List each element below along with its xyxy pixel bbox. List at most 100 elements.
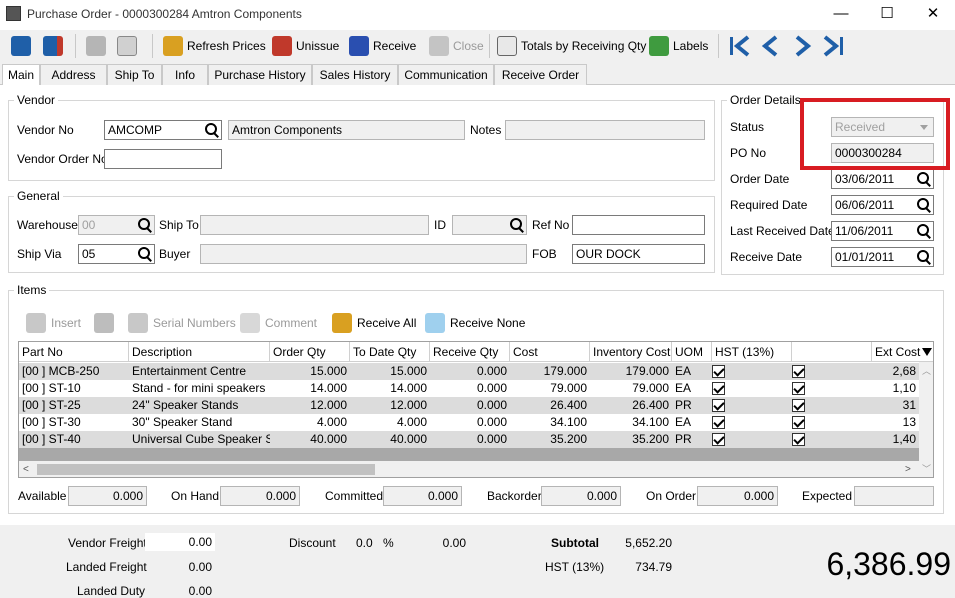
hst-checkbox[interactable] — [712, 365, 725, 378]
tax2-checkbox[interactable] — [792, 399, 805, 412]
table-row[interactable]: [00 ] ST-25 24" Speaker Stands 12.000 12… — [19, 397, 919, 414]
tab-receive-order[interactable]: Receive Order — [494, 64, 587, 85]
receive-all-button[interactable]: Receive All — [332, 312, 416, 334]
tab-main[interactable]: Main — [2, 64, 40, 86]
on-hand-label: On Hand — [171, 489, 220, 503]
previous-record-icon[interactable] — [759, 34, 783, 58]
tab-address[interactable]: Address — [40, 64, 107, 85]
search-icon[interactable] — [915, 249, 931, 265]
table-row[interactable]: [00 ] ST-40 Universal Cube Speaker Sta 4… — [19, 431, 919, 448]
col-receive-qty[interactable]: Receive Qty — [430, 342, 510, 362]
tax2-checkbox[interactable] — [792, 416, 805, 429]
col-tax2[interactable] — [792, 342, 872, 362]
col-uom[interactable]: UOM — [672, 342, 712, 362]
scroll-thumb[interactable] — [37, 464, 375, 475]
tab-info[interactable]: Info — [162, 64, 208, 85]
tax2-checkbox[interactable] — [792, 365, 805, 378]
cell-receive-qty: 0.000 — [476, 432, 507, 446]
col-cost[interactable]: Cost — [510, 342, 590, 362]
hst-checkbox[interactable] — [712, 399, 725, 412]
save-close-button[interactable] — [40, 32, 66, 60]
required-date-field[interactable]: 06/06/2011 — [831, 195, 934, 215]
save-button[interactable] — [8, 32, 34, 60]
items-grid[interactable]: Part No Description Order Qty To Date Qt… — [18, 341, 934, 478]
vendor-no-field[interactable]: AMCOMP — [104, 120, 222, 140]
col-to-date-qty[interactable]: To Date Qty — [350, 342, 430, 362]
next-record-icon[interactable] — [790, 34, 814, 58]
fob-field[interactable]: OUR DOCK — [572, 244, 705, 264]
hst-checkbox[interactable] — [712, 433, 725, 446]
print-button[interactable] — [114, 32, 140, 60]
filter-icon[interactable] — [922, 348, 932, 356]
po-no-label: PO No — [730, 146, 767, 160]
delete-row-button[interactable] — [94, 312, 114, 334]
warehouse-field[interactable]: 00 — [78, 215, 155, 235]
ship-via-field[interactable]: 05 — [78, 244, 155, 264]
horizontal-scrollbar[interactable]: < > — [19, 461, 919, 477]
search-icon[interactable] — [136, 246, 152, 262]
serial-numbers-button[interactable]: Serial Numbers — [128, 312, 236, 334]
vendor-freight-field[interactable]: 0.00 — [145, 533, 215, 551]
search-icon[interactable] — [915, 223, 931, 239]
ship-to-field[interactable] — [200, 215, 429, 235]
notes-field[interactable] — [505, 120, 705, 140]
col-order-qty[interactable]: Order Qty — [270, 342, 350, 362]
close-window-button[interactable]: ✕ — [910, 0, 955, 30]
insert-button[interactable]: Insert — [26, 312, 81, 334]
col-description[interactable]: Description — [129, 342, 270, 362]
search-icon[interactable] — [136, 217, 152, 233]
scroll-down-icon[interactable]: ﹀ — [922, 462, 931, 475]
receive-none-button[interactable]: Receive None — [425, 312, 525, 334]
comment-button[interactable]: Comment — [240, 312, 317, 334]
search-icon[interactable] — [508, 217, 524, 233]
last-received-date-field[interactable]: 11/06/2011 — [831, 221, 934, 241]
hst-checkbox[interactable] — [712, 382, 725, 395]
unissue-button[interactable]: Unissue — [269, 32, 342, 60]
search-icon[interactable] — [203, 122, 219, 138]
receive-button[interactable]: Receive — [346, 32, 419, 60]
cell-cost: 34.100 — [550, 415, 587, 429]
minimize-button[interactable]: — — [818, 0, 864, 30]
discount-pct-value[interactable]: 0.0 — [356, 536, 373, 550]
first-record-icon[interactable] — [728, 34, 752, 58]
cell-cost: 35.200 — [550, 432, 587, 446]
tab-sales-history[interactable]: Sales History — [312, 64, 398, 85]
cell-order-qty: 4.000 — [316, 415, 347, 429]
col-inventory-cost[interactable]: Inventory Cost — [590, 342, 672, 362]
refresh-prices-button[interactable]: Refresh Prices — [160, 32, 269, 60]
labels-icon — [649, 36, 669, 56]
last-record-icon[interactable] — [821, 34, 845, 58]
tab-purchase-history[interactable]: Purchase History — [208, 64, 312, 85]
delete-button[interactable] — [83, 32, 109, 60]
tab-ship-to[interactable]: Ship To — [107, 64, 162, 85]
cell-receive-qty: 0.000 — [476, 398, 507, 412]
receive-date-field[interactable]: 01/01/2011 — [831, 247, 934, 267]
order-date-field[interactable]: 03/06/2011 — [831, 169, 934, 189]
table-row[interactable]: [00 ] ST-30 30" Speaker Stand 4.000 4.00… — [19, 414, 919, 431]
scroll-right-icon[interactable]: > — [905, 464, 911, 475]
close-po-button[interactable]: Close — [426, 32, 487, 60]
vendor-order-no-label: Vendor Order No — [17, 152, 108, 166]
tax2-checkbox[interactable] — [792, 433, 805, 446]
vertical-scrollbar[interactable]: ︿ ﹀ — [919, 362, 933, 477]
vendor-order-no-field[interactable] — [104, 149, 222, 169]
scroll-up-icon[interactable]: ︿ — [922, 364, 931, 377]
search-icon[interactable] — [915, 197, 931, 213]
tax2-checkbox[interactable] — [792, 382, 805, 395]
tab-communication[interactable]: Communication — [398, 64, 494, 85]
col-part-no[interactable]: Part No — [19, 342, 129, 362]
ref-no-field[interactable] — [572, 215, 705, 235]
table-row[interactable]: [00 ] MCB-250 Entertainment Centre 15.00… — [19, 363, 919, 380]
table-row[interactable]: [00 ] ST-10 Stand - for mini speakers 14… — [19, 380, 919, 397]
cell-to-date-qty: 14.000 — [390, 381, 427, 395]
maximize-button[interactable]: ☐ — [864, 0, 910, 30]
buyer-field[interactable] — [200, 244, 527, 264]
scroll-left-icon[interactable]: < — [23, 464, 29, 475]
search-icon[interactable] — [915, 171, 931, 187]
hst-checkbox[interactable] — [712, 416, 725, 429]
col-hst[interactable]: HST (13%) — [712, 342, 792, 362]
labels-button[interactable]: Labels — [646, 32, 711, 60]
landed-freight-label: Landed Freight — [66, 560, 147, 574]
id-field[interactable] — [452, 215, 527, 235]
totals-by-receiving-qty-button[interactable]: Totals by Receiving Qty — [494, 32, 649, 60]
